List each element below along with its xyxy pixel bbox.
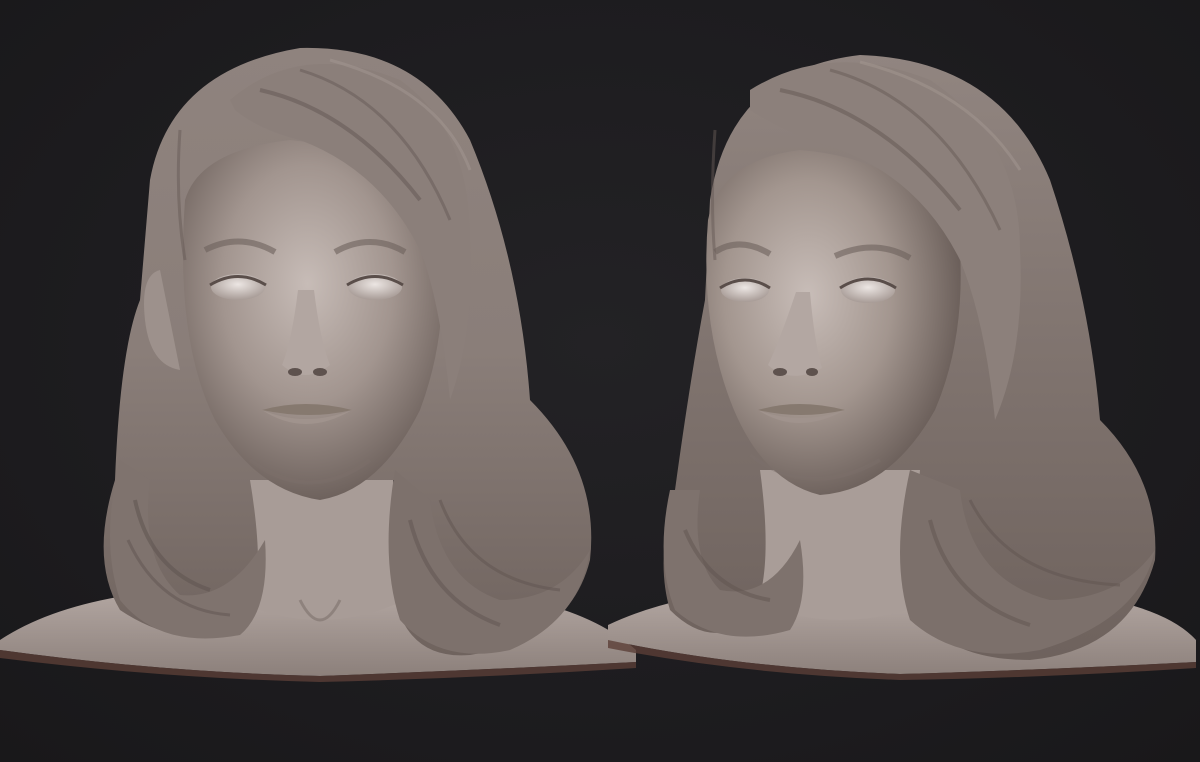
viewport-canvas xyxy=(0,0,1200,762)
eye-right-three-quarter xyxy=(841,277,895,303)
bust-render-front xyxy=(0,0,640,762)
bust-three-quarter-svg xyxy=(608,55,1196,680)
bust-front-svg xyxy=(0,47,636,682)
bust-render-three-quarter xyxy=(600,0,1200,762)
eye-left-three-quarter xyxy=(721,278,769,302)
